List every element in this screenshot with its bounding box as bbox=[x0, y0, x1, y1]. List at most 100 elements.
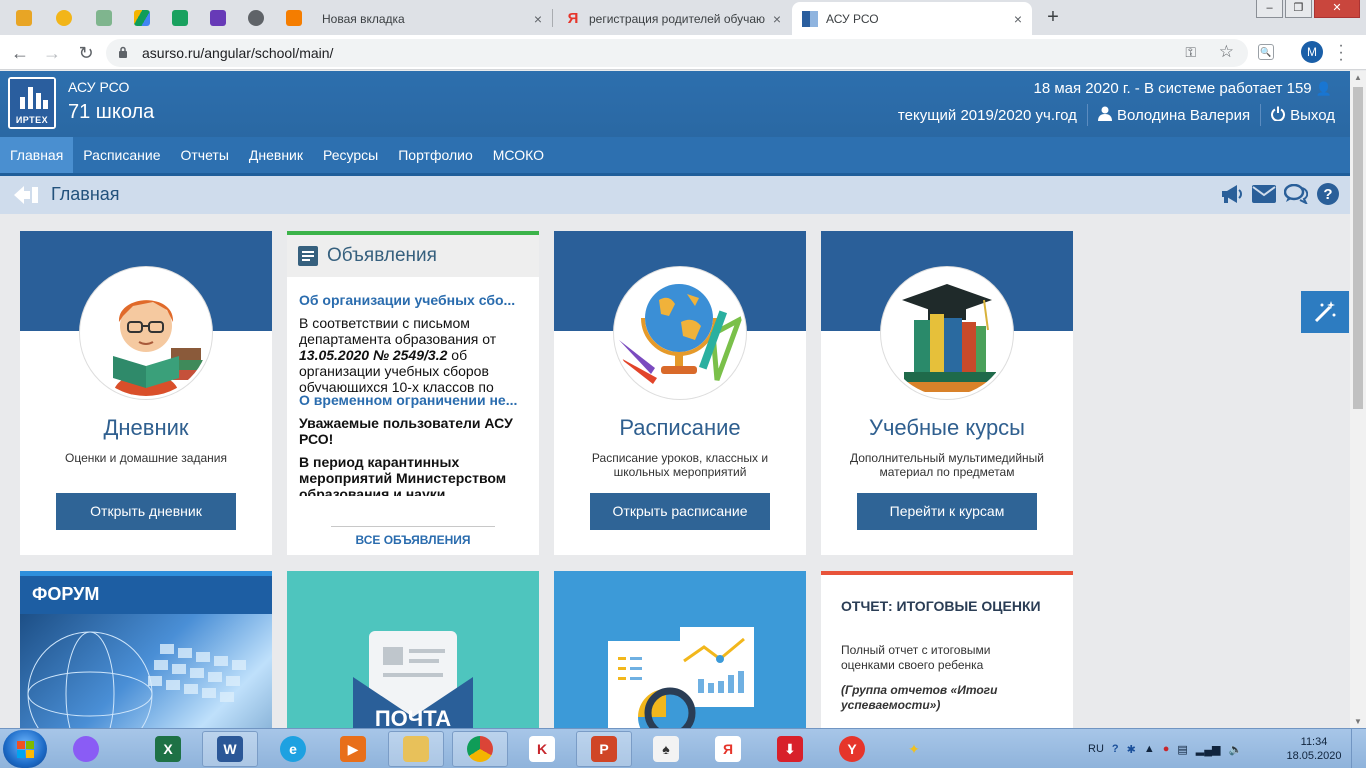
irtech-logo[interactable]: ИРТЕХ bbox=[8, 77, 56, 129]
taskbar-yandex-browser[interactable]: Я bbox=[700, 731, 756, 767]
nav-item-portfolio[interactable]: Портфолио bbox=[388, 137, 483, 173]
help-tray-icon[interactable]: ? bbox=[1112, 743, 1119, 755]
pinned-tab-blogger[interactable] bbox=[278, 5, 310, 31]
tab-close-icon[interactable]: × bbox=[1014, 11, 1022, 27]
cards-icon: ♠ bbox=[653, 736, 679, 762]
reload-icon[interactable]: ↻ bbox=[74, 41, 98, 65]
mail-tile[interactable]: ПОЧТА bbox=[287, 571, 539, 728]
pinned-tab-forms[interactable] bbox=[202, 5, 234, 31]
tab-close-icon[interactable]: × bbox=[773, 11, 781, 27]
tab-new-tab[interactable]: Новая вкладка × bbox=[312, 2, 552, 35]
address-toolbar: ← → ↻ asurso.ru/angular/school/main/ ⚿ ☆ bbox=[0, 35, 1366, 70]
tab-close-icon[interactable]: × bbox=[534, 11, 542, 27]
taskbar-kaspersky[interactable]: K bbox=[514, 731, 570, 767]
forward-arrow-icon[interactable]: → bbox=[40, 41, 64, 65]
antivirus-tray-icon[interactable]: ● bbox=[1163, 743, 1170, 755]
profile-avatar[interactable]: M bbox=[1301, 41, 1323, 63]
app-name: АСУ РСО bbox=[68, 79, 130, 95]
key-icon[interactable]: ⚿ bbox=[1185, 44, 1196, 61]
taskbar-yandex[interactable]: Y bbox=[824, 731, 880, 767]
tab-title: регистрация родителей обучаю bbox=[589, 11, 766, 26]
taskbar-downloader[interactable]: ⬇ bbox=[762, 731, 818, 767]
nav-item-schedule[interactable]: Расписание bbox=[73, 137, 170, 173]
nav-item-main[interactable]: Главная bbox=[0, 137, 74, 173]
close-window-button[interactable]: ✕ bbox=[1314, 0, 1360, 18]
pinned-tab-music[interactable] bbox=[48, 5, 80, 31]
url-text[interactable]: asurso.ru/angular/school/main/ bbox=[142, 45, 333, 61]
nav-item-msoko[interactable]: МСОКО bbox=[483, 137, 554, 173]
help-icon[interactable]: ? bbox=[1316, 182, 1340, 206]
tab-asurso[interactable]: АСУ РСО × bbox=[792, 2, 1032, 35]
reports-stats-tile[interactable] bbox=[554, 571, 806, 728]
all-announcements-link[interactable]: ВСЕ ОБЪЯВЛЕНИЯ bbox=[287, 533, 539, 547]
nav-item-reports[interactable]: Отчеты bbox=[170, 137, 238, 173]
taskbar-alice[interactable] bbox=[58, 731, 114, 767]
taskbar-excel[interactable]: X bbox=[140, 731, 196, 767]
show-desktop-button[interactable] bbox=[1351, 729, 1366, 768]
page-scrollbar[interactable]: ▲ ▼ bbox=[1350, 71, 1366, 728]
taskbar-word[interactable]: W bbox=[202, 731, 258, 767]
network-tray-icon[interactable]: ▤ bbox=[1177, 743, 1187, 756]
start-button[interactable] bbox=[3, 730, 47, 768]
report-final-grades-tile[interactable]: ОТЧЕТ: ИТОГОВЫЕ ОЦЕНКИ Полный отчет с ит… bbox=[821, 571, 1073, 728]
megaphone-icon[interactable] bbox=[1220, 182, 1244, 206]
user-name[interactable]: Володина Валерия bbox=[1117, 107, 1250, 124]
pinned-tab-app[interactable] bbox=[88, 5, 120, 31]
scroll-down-arrow-icon[interactable]: ▼ bbox=[1353, 717, 1363, 726]
clock[interactable]: 11:34 18.05.2020 bbox=[1282, 735, 1346, 763]
mail-envelope-icon[interactable] bbox=[1252, 182, 1276, 206]
online-users-icon[interactable]: 👤 bbox=[1316, 81, 1332, 96]
extension-icon[interactable]: 🔍 bbox=[1258, 44, 1274, 60]
plus-doc-icon bbox=[172, 10, 188, 26]
nav-item-resources[interactable]: Ресурсы bbox=[313, 137, 388, 173]
taskbar-ie[interactable]: e bbox=[265, 731, 321, 767]
maximize-button[interactable]: ❐ bbox=[1285, 0, 1312, 18]
clock-date: 18.05.2020 bbox=[1286, 750, 1342, 762]
announcements-title: Объявления bbox=[327, 245, 437, 266]
language-indicator[interactable]: RU bbox=[1088, 743, 1104, 755]
open-diary-button[interactable]: Открыть дневник bbox=[56, 493, 236, 530]
announcement-link[interactable]: О временном ограничении не... bbox=[299, 392, 529, 408]
back-arrow-icon[interactable] bbox=[12, 184, 40, 206]
pinned-tab-drive[interactable] bbox=[126, 5, 158, 31]
word-icon: W bbox=[217, 736, 243, 762]
taskbar-solitaire[interactable]: ♠ bbox=[638, 731, 694, 767]
announcement-link[interactable]: Об организации учебных сбо... bbox=[299, 292, 529, 308]
card-title: Учебные курсы bbox=[868, 415, 1025, 440]
taskbar-powerpoint[interactable]: P bbox=[576, 731, 632, 767]
volume-icon[interactable]: 🔈 bbox=[1229, 743, 1243, 756]
kaspersky-icon: K bbox=[529, 736, 555, 762]
forum-tile[interactable]: ФОРУМ bbox=[20, 571, 272, 728]
taskbar-wizard[interactable]: ✦ bbox=[886, 731, 942, 767]
taskbar-media[interactable]: ▶ bbox=[325, 731, 381, 767]
nav-item-diary[interactable]: Дневник bbox=[239, 137, 313, 173]
document-icon bbox=[298, 246, 318, 266]
google-drive-icon bbox=[134, 10, 150, 26]
scrollbar-thumb[interactable] bbox=[1353, 87, 1363, 409]
signal-strength-icon[interactable]: ▂▄▆ bbox=[1196, 743, 1221, 756]
bookmark-star-icon[interactable]: ☆ bbox=[1219, 42, 1234, 62]
scroll-up-arrow-icon[interactable]: ▲ bbox=[1353, 73, 1363, 82]
browser-menu-icon[interactable]: · · · bbox=[1336, 38, 1346, 68]
chat-bubbles-icon[interactable] bbox=[1284, 182, 1308, 206]
new-tab-button[interactable]: + bbox=[1040, 5, 1066, 31]
pinned-tab-sheets[interactable] bbox=[164, 5, 196, 31]
show-hidden-icons[interactable]: ▲ bbox=[1144, 743, 1155, 755]
tab-search[interactable]: Я регистрация родителей обучаю × bbox=[555, 2, 791, 35]
taskbar-explorer[interactable] bbox=[388, 731, 444, 767]
bluetooth-icon[interactable]: ✱ bbox=[1127, 743, 1136, 756]
main-content: Дневник Оценки и домашние задания Открыт… bbox=[0, 214, 1350, 728]
pinned-tab-globe[interactable] bbox=[240, 5, 272, 31]
minimize-button[interactable]: – bbox=[1256, 0, 1283, 18]
go-to-courses-button[interactable]: Перейти к курсам bbox=[857, 493, 1037, 530]
logout-link[interactable]: Выход bbox=[1290, 107, 1335, 124]
announcement-text: В соответствии с письмом департамента об… bbox=[299, 315, 529, 395]
magic-wand-button[interactable] bbox=[1301, 291, 1349, 333]
blogger-icon bbox=[286, 10, 302, 26]
announcement-body: В период карантинных мероприятий Министе… bbox=[299, 454, 507, 496]
pinned-tab-mail[interactable] bbox=[8, 5, 40, 31]
open-schedule-button[interactable]: Открыть расписание bbox=[590, 493, 770, 530]
omnibox[interactable]: asurso.ru/angular/school/main/ ⚿ ☆ bbox=[106, 39, 1248, 67]
back-arrow-icon[interactable]: ← bbox=[8, 41, 32, 65]
taskbar-chrome[interactable] bbox=[452, 731, 508, 767]
